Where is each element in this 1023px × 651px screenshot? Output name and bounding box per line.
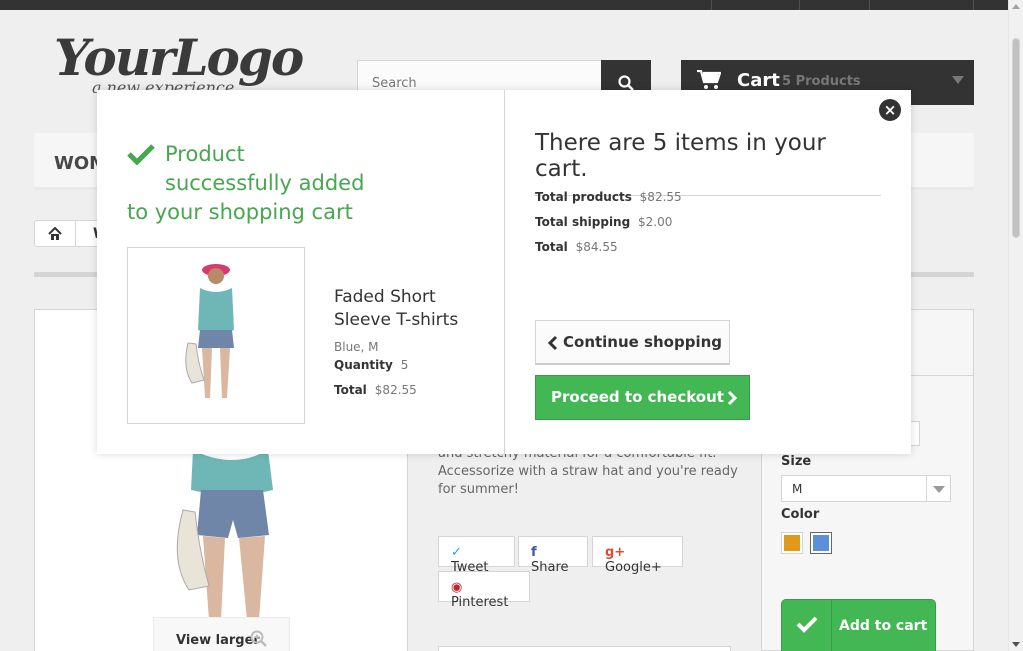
modal-product-image (127, 247, 305, 424)
grand-total-label: Total (535, 240, 568, 254)
total-shipping-line: Total shipping $2.00 (535, 215, 672, 229)
scrollbar-thumb[interactable] (1012, 38, 1020, 238)
total-shipping-value: $2.00 (638, 215, 673, 229)
cart-summary-heading: There are 5 items in your cart. (535, 130, 881, 196)
quantity-value: 5 (400, 358, 409, 372)
modal-product-total: Total $82.55 (334, 383, 417, 397)
total-shipping-label: Total shipping (535, 215, 631, 229)
modal-product-attributes: Blue, M (334, 340, 379, 354)
title-line-2: successfully added (165, 171, 365, 195)
modal-product-name: Faded Short Sleeve T-shirts (334, 287, 459, 330)
proceed-to-checkout-button[interactable]: Proceed to checkout (535, 375, 750, 420)
check-icon (127, 144, 155, 165)
total-label: Total (334, 383, 367, 397)
modal-divider (504, 90, 505, 454)
total-products-label: Total products (535, 190, 632, 204)
page-scrollbar[interactable] (1008, 0, 1023, 651)
continue-shopping-button[interactable]: Continue shopping (535, 320, 730, 365)
scroll-down-arrow[interactable] (1012, 642, 1020, 647)
title-line-3: to your shopping cart (127, 200, 353, 224)
scroll-up-arrow[interactable] (1012, 4, 1020, 9)
total-products-line: Total products $82.55 (535, 190, 682, 204)
quantity-label: Quantity (334, 358, 393, 372)
close-icon[interactable]: × (879, 99, 901, 121)
grand-total-line: Total $84.55 (535, 240, 618, 254)
chevron-left-icon (548, 335, 558, 351)
title-line-1: Product (165, 142, 245, 166)
grand-total-value: $84.55 (575, 240, 618, 254)
checkout-label: Proceed to checkout (551, 388, 724, 406)
continue-shopping-label: Continue shopping (563, 333, 723, 351)
add-to-cart-modal: Product successfully added to your shopp… (97, 90, 911, 454)
total-products-value: $82.55 (639, 190, 682, 204)
modal-quantity: Quantity 5 (334, 358, 408, 372)
chevron-right-icon (727, 390, 737, 406)
total-value: $82.55 (374, 383, 417, 397)
